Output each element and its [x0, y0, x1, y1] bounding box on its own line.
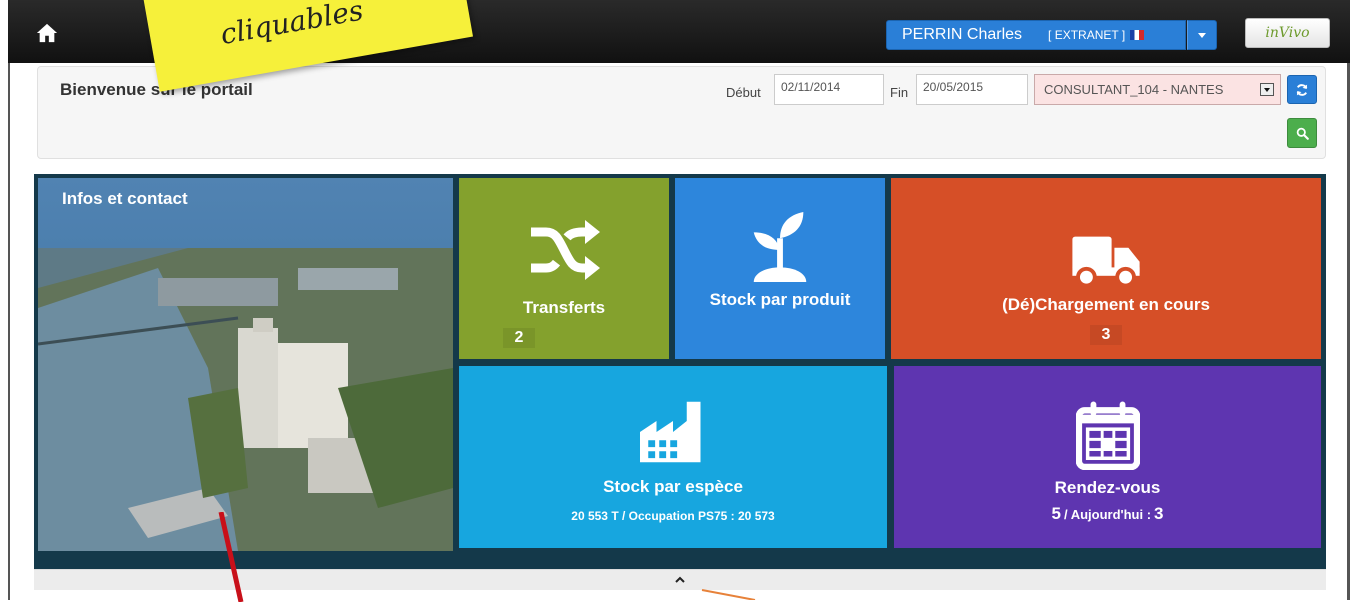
- chargement-tile[interactable]: (Dé)Chargement en cours 3: [891, 178, 1321, 359]
- orange-arrow-annotation: [701, 589, 756, 600]
- sprout-icon: [753, 212, 807, 282]
- rendez-vous-counts: 5 / Aujourd'hui : 3: [1051, 504, 1163, 524]
- rendez-vous-label: Rendez-vous: [1054, 478, 1161, 497]
- chargement-count: 3: [1089, 325, 1123, 345]
- chevron-up-icon[interactable]: [675, 575, 685, 585]
- start-date-input[interactable]: 02/11/2014: [774, 74, 884, 105]
- flag-fr-icon: [1130, 30, 1145, 40]
- info-contact-header: Infos et contact: [38, 178, 453, 248]
- rendez-vous-today-count: 3: [1154, 504, 1164, 523]
- search-icon: [1296, 127, 1309, 140]
- silo-photo: [38, 248, 453, 551]
- rendez-vous-total: 5: [1051, 504, 1061, 523]
- info-contact-tile[interactable]: Infos et contact: [38, 178, 453, 551]
- sticky-note-text: cliquables: [218, 0, 366, 51]
- user-extranet-tag: [ EXTRANET ]: [1048, 28, 1145, 42]
- shuffle-icon: [531, 220, 600, 280]
- transferts-count: 2: [502, 328, 536, 348]
- user-menu-toggle[interactable]: [1187, 20, 1217, 50]
- stock-espece-tile[interactable]: Stock par espèce 20 553 T / Occupation P…: [459, 366, 887, 548]
- stock-produit-label: Stock par produit: [709, 290, 851, 309]
- caret-down-icon: [1198, 32, 1206, 38]
- truck-icon: [1072, 236, 1140, 287]
- rendez-vous-tile[interactable]: Rendez-vous 5 / Aujourd'hui : 3: [894, 366, 1321, 548]
- calendar-icon: [1075, 401, 1140, 470]
- user-name: PERRIN Charles: [902, 26, 1023, 43]
- chargement-label: (Dé)Chargement en cours: [1002, 295, 1210, 314]
- silo-aerial-image: [38, 248, 453, 551]
- info-contact-title: Infos et contact: [62, 189, 188, 208]
- search-button[interactable]: [1287, 118, 1317, 148]
- end-date-label: Fin: [890, 85, 909, 100]
- invivo-logo[interactable]: inVivo: [1245, 18, 1330, 48]
- refresh-icon: [1296, 83, 1308, 96]
- stock-espece-detail: 20 553 T / Occupation PS75 : 20 573: [571, 509, 775, 523]
- transferts-label: Transferts: [522, 298, 606, 317]
- rendez-vous-today-label: / Aujourd'hui :: [1063, 507, 1152, 522]
- factory-icon: [640, 401, 701, 463]
- home-icon[interactable]: [36, 22, 58, 44]
- user-menu-button[interactable]: PERRIN Charles [ EXTRANET ]: [886, 20, 1186, 50]
- refresh-button[interactable]: [1287, 75, 1317, 104]
- consultant-select[interactable]: CONSULTANT_104 - NANTES: [1034, 74, 1281, 105]
- red-arrow-annotation: [218, 512, 244, 602]
- stock-espece-label: Stock par espèce: [603, 477, 743, 496]
- start-date-label: Début: [726, 85, 761, 100]
- stock-produit-tile[interactable]: Stock par produit: [675, 178, 885, 359]
- end-date-input[interactable]: 20/05/2015: [916, 74, 1028, 105]
- welcome-title: Bienvenue sur le portail: [60, 80, 253, 99]
- transferts-tile[interactable]: Transferts 2: [459, 178, 669, 359]
- select-arrow-icon: [1260, 83, 1274, 96]
